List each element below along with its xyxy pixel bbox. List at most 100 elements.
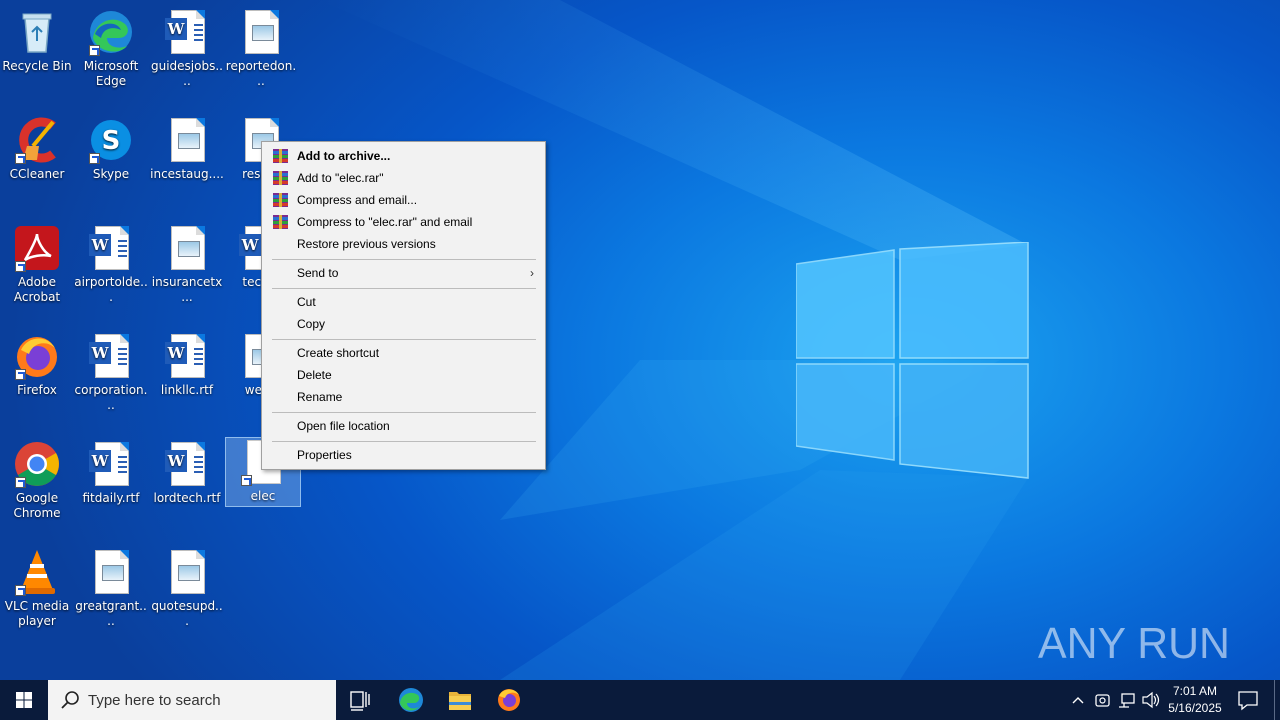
menu-separator [272, 288, 536, 289]
icon-label: CCleaner [9, 167, 65, 181]
watermark-text: ANY RUN [1038, 619, 1230, 668]
shortcut-arrow-icon [89, 45, 100, 56]
recycle-bin-icon [13, 8, 61, 56]
icon-label: airportolde... [74, 275, 148, 304]
icon-label: guidesjobs.... [151, 59, 223, 88]
anyrun-watermark: ANY RUN [1038, 619, 1230, 668]
desktop-icon-ccleaner[interactable]: CCleaner [0, 116, 74, 182]
clock-time: 7:01 AM [1172, 684, 1218, 698]
icon-label: Adobe Acrobat [13, 275, 61, 304]
desktop-icon-quotesupd[interactable]: quotesupd... [150, 548, 224, 629]
word-document-icon: W [87, 440, 135, 488]
menu-item-properties[interactable]: Properties [263, 444, 544, 466]
winrar-icon [273, 193, 288, 207]
word-document-icon: W [87, 224, 135, 272]
icon-label: greatgrant.... [75, 599, 147, 628]
menu-item-rename[interactable]: Rename [263, 386, 544, 408]
desktop-icon-recycle-bin[interactable]: Recycle Bin [0, 8, 74, 74]
desktop-icon-reportedon[interactable]: reportedon... [224, 8, 298, 89]
desktop-icon-microsoft-edge[interactable]: Microsoft Edge [74, 8, 148, 89]
winrar-icon [273, 215, 288, 229]
image-file-icon [87, 548, 135, 596]
icon-label: elec [250, 489, 276, 503]
icon-label: corporation... [74, 383, 148, 412]
word-document-icon: W [87, 332, 135, 380]
windows-logo [796, 242, 1029, 479]
desktop-icon-incestaug[interactable]: incestaug.... [150, 116, 224, 182]
word-document-icon: W [163, 332, 211, 380]
menu-item-label: Restore previous versions [297, 237, 436, 251]
chevron-up-icon [1072, 697, 1084, 704]
icon-label: linkllc.rtf [160, 383, 214, 397]
desktop-icon-airportolde[interactable]: W airportolde... [74, 224, 148, 305]
desktop-icon-skype[interactable]: S Skype [74, 116, 148, 182]
taskbar-clock[interactable]: 7:01 AM 5/16/2025 [1162, 683, 1228, 717]
menu-item-cut[interactable]: Cut [263, 291, 544, 313]
shortcut-arrow-icon [89, 153, 100, 164]
menu-item-open-file-location[interactable]: Open file location [263, 415, 544, 437]
image-file-icon [163, 116, 211, 164]
notification-icon [1238, 691, 1258, 711]
word-document-icon: W [163, 8, 211, 56]
firefox-icon [498, 689, 520, 711]
icon-label: fitdaily.rtf [82, 491, 140, 505]
menu-item-label: Cut [297, 295, 316, 309]
search-icon [61, 691, 79, 709]
clock-date: 5/16/2025 [1168, 701, 1222, 715]
menu-item-restore-previous-versions[interactable]: Restore previous versions [263, 233, 544, 255]
volume-button[interactable] [1139, 680, 1163, 720]
desktop-icon-adobe-acrobat[interactable]: Adobe Acrobat [0, 224, 74, 305]
menu-item-label: Delete [297, 368, 332, 382]
shortcut-arrow-icon [15, 585, 26, 596]
taskbar-firefox-button[interactable] [485, 680, 533, 720]
network-button[interactable] [1115, 680, 1139, 720]
taskbar-file-explorer-button[interactable] [436, 680, 484, 720]
desktop-icon-firefox[interactable]: Firefox [0, 332, 74, 398]
desktop-icon-linkllc[interactable]: W linkllc.rtf [150, 332, 224, 398]
search-box[interactable]: Type here to search [48, 680, 336, 720]
icon-label: reportedon... [225, 59, 297, 88]
task-view-icon [350, 691, 370, 711]
notification-center-button[interactable] [1232, 680, 1264, 720]
icon-label: Microsoft Edge [83, 59, 139, 88]
menu-item-add-to-elec-rar[interactable]: Add to "elec.rar" [263, 167, 544, 189]
menu-item-create-shortcut[interactable]: Create shortcut [263, 342, 544, 364]
start-button[interactable] [0, 680, 48, 720]
taskbar-edge-button[interactable] [387, 680, 435, 720]
menu-item-compress-and-email[interactable]: Compress and email... [263, 189, 544, 211]
network-icon [1119, 693, 1135, 708]
desktop-icon-google-chrome[interactable]: Google Chrome [0, 440, 74, 521]
image-file-icon [163, 548, 211, 596]
vlc-icon [13, 548, 61, 596]
menu-item-label: Compress and email... [297, 193, 418, 207]
desktop-icon-guidesjobs[interactable]: W guidesjobs.... [150, 8, 224, 89]
menu-item-label: Rename [297, 390, 343, 404]
edge-icon [87, 8, 135, 56]
menu-item-label: Copy [297, 317, 326, 331]
show-desktop-button[interactable] [1274, 680, 1280, 720]
menu-item-add-to-archive[interactable]: Add to archive... [263, 145, 544, 167]
meet-now-button[interactable] [1091, 680, 1115, 720]
task-view-button[interactable] [336, 680, 384, 720]
desktop-icon-fitdaily[interactable]: W fitdaily.rtf [74, 440, 148, 506]
shortcut-arrow-icon [15, 261, 26, 272]
menu-item-compress-to-elec-rar-and-email[interactable]: Compress to "elec.rar" and email [263, 211, 544, 233]
menu-separator [272, 339, 536, 340]
image-file-icon [163, 224, 211, 272]
menu-separator [272, 441, 536, 442]
menu-separator [272, 259, 536, 260]
windows-start-icon [16, 692, 32, 708]
menu-item-send-to[interactable]: Send to › [263, 262, 544, 284]
word-document-icon: W [163, 440, 211, 488]
desktop-icon-lordtech[interactable]: W lordtech.rtf [150, 440, 224, 506]
desktop-icon-vlc[interactable]: VLC media player [0, 548, 74, 629]
menu-item-copy[interactable]: Copy [263, 313, 544, 335]
desktop[interactable]: Recycle Bin CCleaner Adobe Acrobat Firef… [0, 0, 1280, 720]
desktop-icon-greatgrant[interactable]: greatgrant.... [74, 548, 148, 629]
desktop-icon-insurancetx[interactable]: insurancetx... [150, 224, 224, 305]
menu-item-delete[interactable]: Delete [263, 364, 544, 386]
show-hidden-icons-button[interactable] [1066, 680, 1090, 720]
shortcut-arrow-icon [241, 475, 252, 486]
desktop-icon-corporation[interactable]: W corporation... [74, 332, 148, 413]
icon-label: lordtech.rtf [153, 491, 221, 505]
